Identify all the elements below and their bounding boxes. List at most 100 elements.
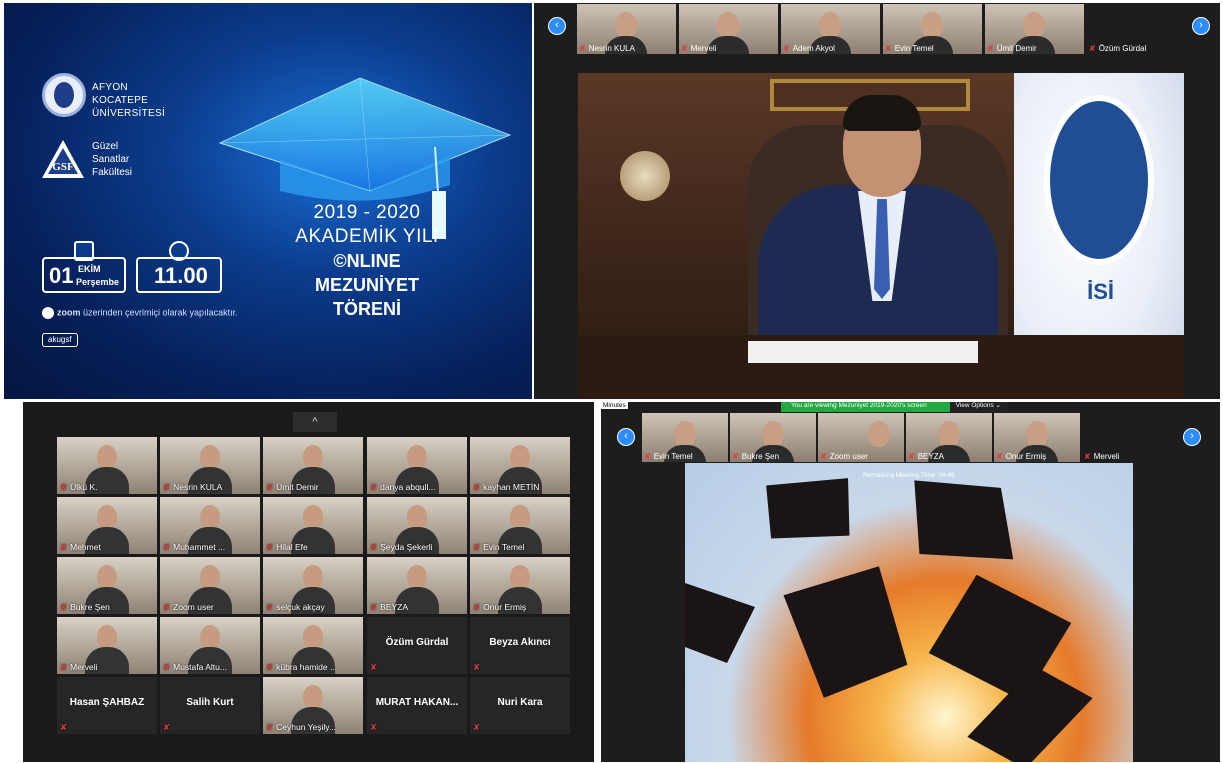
ceremony-title: 2019 - 2020 AKADEMİK YILI ©NLINE MEZUNİY… <box>295 202 439 319</box>
participant-tile[interactable]: Nuri Kara ✘ <box>470 677 570 734</box>
mic-off-icon: ✘ <box>163 722 171 732</box>
active-speaker-video[interactable]: İSİ <box>578 73 1184 399</box>
participant-tile[interactable]: ✘ Ümit Demir <box>263 437 363 494</box>
participant-name: Merveli <box>70 662 98 672</box>
participant-name: Ceyhun Yeşily... <box>276 722 336 732</box>
participant-tile[interactable]: ✘ Nesrin KULA <box>160 437 260 494</box>
participant-tile[interactable]: ✘ Şeyda Şekerli <box>367 497 467 554</box>
screen-share-window: Minutes You are viewing Mezuniyet 2019-2… <box>601 402 1220 762</box>
participant-thumb[interactable]: ✘ Onur Ermiş <box>994 413 1080 462</box>
ceremony-poster: AFYON KOCATEPE ÜNİVERSİTESİ GSF Güzel Sa… <box>4 3 532 399</box>
participant-thumb[interactable]: ✘ Zoom user <box>818 413 904 462</box>
mic-off-icon: ✘ <box>370 542 378 552</box>
participant-tile[interactable]: ✘ kayhan METİN <box>470 437 570 494</box>
participant-tile[interactable]: Hasan ŞAHBAZ ✘ <box>57 677 157 734</box>
participant-name: Nuri Kara <box>497 697 543 708</box>
participant-name: selçuk akçay <box>276 602 325 612</box>
participant-name: MURAT HAKAN... <box>375 697 459 708</box>
participant-tile[interactable]: ✘ Mustafa Altu... <box>160 617 260 674</box>
viewing-banner: You are viewing Mezuniyet 2019-2020's sc… <box>781 402 1007 412</box>
participant-name: Onur Ermiş <box>483 602 527 612</box>
svg-text:GSF: GSF <box>52 161 74 173</box>
mic-off-icon: ✘ <box>60 602 68 612</box>
mic-off-icon: ✘ <box>473 662 481 672</box>
desk-papers <box>748 341 978 363</box>
participant-thumb[interactable]: ✘ Nesrin KULA <box>577 4 676 54</box>
participant-thumb[interactable]: ✘ Bukre Şen <box>730 413 816 462</box>
mic-off-icon: ✘ <box>885 44 892 53</box>
participant-tile[interactable]: ✘ Bukre Şen <box>57 557 157 614</box>
participant-name: Zoom user <box>173 602 214 612</box>
date-box: 01 EKİM Perşembe <box>42 257 126 293</box>
participant-name: Ümit Demir <box>276 482 319 492</box>
participant-tile[interactable]: Beyza Akıncı ✘ <box>470 617 570 674</box>
mic-off-icon: ✘ <box>473 602 481 612</box>
scroll-up-button[interactable]: ^ <box>293 412 337 432</box>
participant-thumb[interactable]: ✘ Merveli <box>679 4 778 54</box>
participant-name: Muhammet ... <box>173 542 226 552</box>
participant-tile[interactable]: ✘ Mehmet <box>57 497 157 554</box>
participant-tile[interactable]: ✘ Hilal Efe <box>263 497 363 554</box>
participant-name: Ülkü K. <box>70 482 98 492</box>
faculty-logo-icon: GSF <box>42 140 84 178</box>
prev-page-icon[interactable]: ‹ <box>548 17 566 35</box>
participant-name: BEYZA <box>380 602 408 612</box>
participant-tile[interactable]: ✘ Onur Ermiş <box>470 557 570 614</box>
mic-off-icon: ✘ <box>60 662 68 672</box>
university-logo-icon <box>42 73 86 117</box>
mic-off-icon: ✘ <box>473 542 481 552</box>
participant-tile[interactable]: ✘ selçuk akçay <box>263 557 363 614</box>
participant-tile[interactable]: Salih Kurt ✘ <box>160 677 260 734</box>
participant-tile[interactable]: ✘ Zoom user <box>160 557 260 614</box>
participant-thumb[interactable]: ✘ Evin Temel <box>642 413 728 462</box>
zoom-note: zoom üzerinden çevrimiçi olarak yapılaca… <box>42 307 238 319</box>
mic-off-icon: ✘ <box>370 482 378 492</box>
participant-tile[interactable]: ✘ BEYZA <box>367 557 467 614</box>
faculty-name: Güzel Sanatlar Fakültesi <box>92 141 133 178</box>
participant-tile[interactable]: Özüm Gürdal ✘ <box>367 617 467 674</box>
participant-name: Beyza Akıncı <box>489 637 551 648</box>
participant-name: kayhan METİN <box>483 482 540 492</box>
zoom-icon <box>42 307 54 319</box>
participant-tile[interactable]: MURAT HAKAN... ✘ <box>367 677 467 734</box>
flag-seal <box>1044 95 1154 265</box>
participant-name: kübra hamide ... <box>276 662 338 672</box>
participant-name: Hilal Efe <box>276 542 308 552</box>
participant-name: Mustafa Altu... <box>173 662 227 672</box>
participant-name: Bukre Şen <box>70 602 110 612</box>
mic-off-icon: ✘ <box>266 482 274 492</box>
mic-off-icon: ✘ <box>370 722 378 732</box>
participant-tile[interactable]: ✘ Ülkü K. <box>57 437 157 494</box>
participant-tile[interactable]: ✘ Muhammet ... <box>160 497 260 554</box>
participant-name: Evin Temel <box>483 542 525 552</box>
prev-page-icon[interactable]: ‹ <box>617 428 635 446</box>
mic-off-icon: ✘ <box>473 722 481 732</box>
participant-thumb[interactable]: ✘ Adem Akyol <box>781 4 880 54</box>
gallery-view-window: ^ ✘ Ülkü K. ✘ Nesrin KULA ✘ Ümit Demir ✘ danya … <box>23 402 594 762</box>
next-page-icon[interactable]: › <box>1183 428 1201 446</box>
participant-thumb[interactable]: ✘ Ümit Demir <box>985 4 1084 54</box>
participant-tile[interactable]: ✘ danya abqull... <box>367 437 467 494</box>
next-page-icon[interactable]: › <box>1192 17 1210 35</box>
participant-name: Mehmet <box>70 542 101 552</box>
mic-off-icon: ✘ <box>163 602 171 612</box>
participant-name: Hasan ŞAHBAZ <box>69 697 145 708</box>
mic-off-icon: ✘ <box>473 482 481 492</box>
participant-thumb[interactable]: ✘ BEYZA <box>906 413 992 462</box>
mic-off-icon: ✘ <box>60 482 68 492</box>
participant-thumb[interactable]: ✘ Merveli <box>1082 413 1168 462</box>
participant-thumb[interactable]: ✘ Evin Temel <box>883 4 982 54</box>
mic-off-icon: ✘ <box>60 722 68 732</box>
participant-tile[interactable]: ✘ kübra hamide ... <box>263 617 363 674</box>
participant-tile[interactable]: ✘ Evin Temel <box>470 497 570 554</box>
participant-strip: ✘ Nesrin KULA ✘ Merveli ✘ Adem Akyol ✘ Evin … <box>577 4 1186 54</box>
participant-tile[interactable]: ✘ Ceyhun Yeşily... <box>263 677 363 734</box>
mic-off-icon: ✘ <box>163 662 171 672</box>
mic-off-icon: ✘ <box>163 542 171 552</box>
view-options-button[interactable]: View Options ⌄ <box>949 402 1007 412</box>
participant-name: danya abqull... <box>380 482 436 492</box>
participant-thumb[interactable]: ✘ Özüm Gürdal <box>1087 4 1186 54</box>
participant-tile[interactable]: ✘ Merveli <box>57 617 157 674</box>
mic-off-icon: ✘ <box>987 44 994 53</box>
decorative-plate <box>620 151 670 201</box>
